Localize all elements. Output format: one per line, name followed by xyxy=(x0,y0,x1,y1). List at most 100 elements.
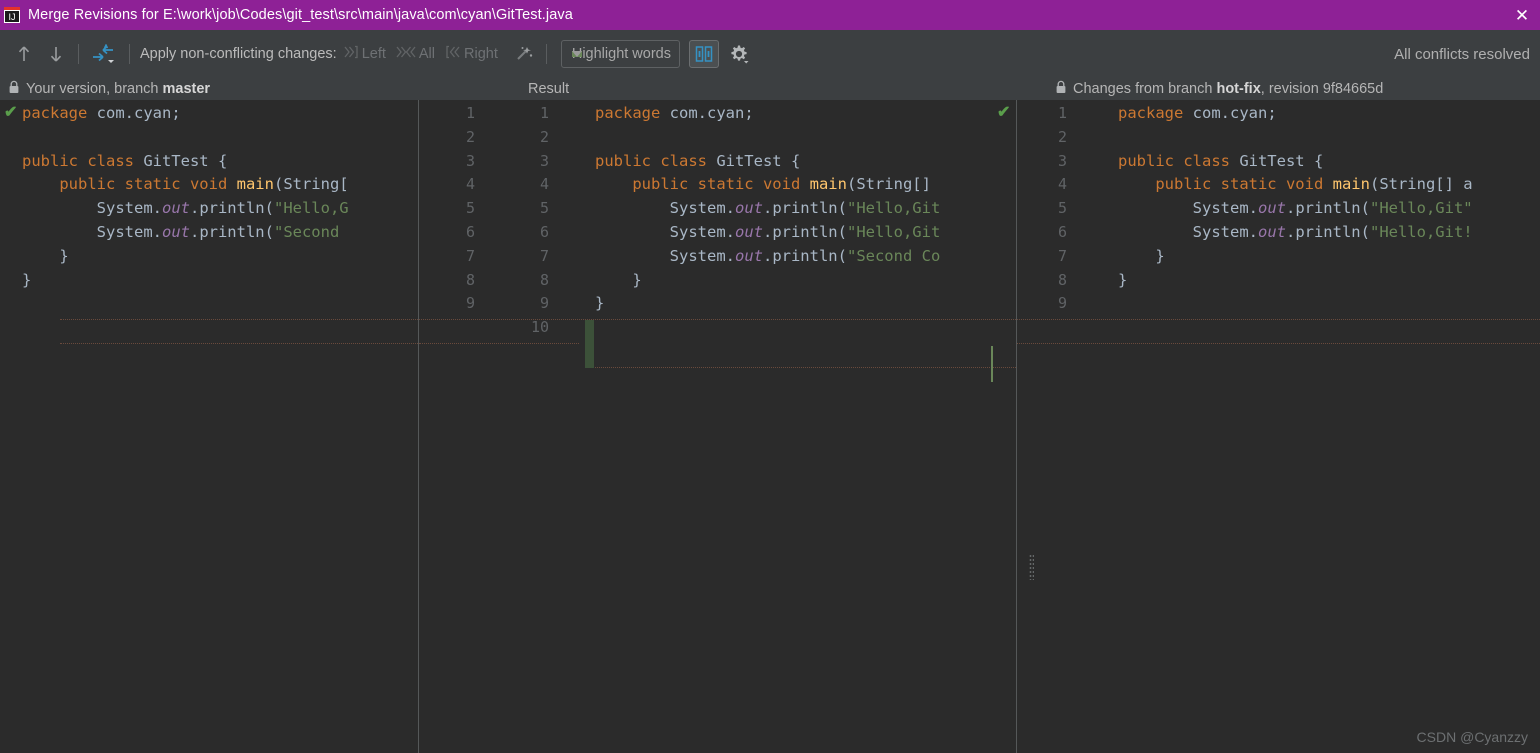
code-line: } xyxy=(595,292,940,316)
line-number: 7 xyxy=(465,246,475,265)
code-token: public static void xyxy=(1155,175,1324,194)
code-token: GitTest { xyxy=(706,151,801,170)
code-token: (String[] xyxy=(846,175,931,194)
code-token: "Hello,Git! xyxy=(1369,222,1473,241)
code-line: } xyxy=(1118,245,1473,269)
change-marker-bar[interactable] xyxy=(585,320,594,368)
code-token: (String[] a xyxy=(1369,175,1473,194)
line-number: 3 xyxy=(1057,151,1067,170)
code-token: public class xyxy=(595,151,707,170)
line-number: 1 xyxy=(465,104,475,122)
code-token: System. xyxy=(1118,199,1258,218)
code-token: package xyxy=(1118,104,1184,122)
code-token: } xyxy=(1118,270,1128,289)
arrow-up-icon[interactable] xyxy=(10,40,38,68)
conflicts-status: All conflicts resolved xyxy=(1394,45,1530,63)
line-number: 5 xyxy=(465,199,475,218)
line-number: 5 xyxy=(1057,199,1067,218)
green-check-icon[interactable]: ✔ xyxy=(4,102,17,122)
toolbar-separator-3 xyxy=(545,44,547,64)
line-number: 7 xyxy=(539,246,549,265)
line-number: 8 xyxy=(465,270,475,289)
code-token: "Second xyxy=(273,222,349,241)
code-token: System. xyxy=(22,199,162,218)
title-bar: IJ Merge Revisions for E:\work\job\Codes… xyxy=(0,0,1540,30)
code-token: public static void xyxy=(632,175,801,194)
chevron-down-icon xyxy=(571,51,582,57)
line-number: 4 xyxy=(539,175,549,194)
right-divider-drag-handle[interactable] xyxy=(1029,554,1034,580)
code-line: public static void main(String[ xyxy=(22,173,348,197)
line-number: 5 xyxy=(539,199,549,218)
code-token: } xyxy=(22,246,69,265)
code-line: public static void main(String[] a xyxy=(1118,173,1473,197)
green-check-icon[interactable]: ✔ xyxy=(997,102,1010,122)
pane-header-strip: Your version, branch master Result Chang… xyxy=(0,78,1540,100)
close-icon[interactable]: ✕ xyxy=(1510,4,1534,26)
apply-left-button[interactable]: Left xyxy=(343,44,386,64)
result-editor[interactable]: 123456789 1 2 3 4 5 6 7 8 9 10 package com.cyan; … xyxy=(419,100,1016,753)
code-line: public class GitTest { xyxy=(595,150,940,174)
code-token: .println( xyxy=(762,246,847,265)
result-code-content: package com.cyan; public class GitTest {… xyxy=(595,102,940,316)
line-number: 8 xyxy=(1057,270,1067,289)
apply-right-label: Right xyxy=(464,46,498,62)
code-token: GitTest { xyxy=(1229,151,1324,170)
line-number: 4 xyxy=(1057,175,1067,194)
line-number: 4 xyxy=(465,175,475,194)
magic-wand-icon[interactable] xyxy=(510,40,538,68)
code-token: "Hello,G xyxy=(273,199,349,218)
toolbar-separator-2 xyxy=(129,44,130,64)
code-token: main xyxy=(800,175,847,194)
code-token: "Hello,Git xyxy=(846,199,941,218)
change-separator-line xyxy=(60,319,418,320)
left-version-editor[interactable]: ✔ package com.cyan; public class GitTest… xyxy=(0,100,418,753)
line-number: 3 xyxy=(465,151,475,170)
line-number: 6 xyxy=(465,222,475,241)
code-token: out xyxy=(1257,222,1286,241)
apply-changes-label: Apply non-conflicting changes: xyxy=(140,46,337,62)
svg-text:IJ: IJ xyxy=(8,12,15,22)
code-token: com.cyan; xyxy=(87,104,181,122)
code-token: System. xyxy=(1118,222,1258,241)
result-pane-header: Result xyxy=(528,78,569,100)
toolbar-separator xyxy=(78,44,79,64)
two-pane-toggle-icon[interactable] xyxy=(689,40,719,68)
text-caret xyxy=(991,346,993,382)
gear-icon[interactable] xyxy=(725,40,753,68)
merge-editor-area: ✔ package com.cyan; public class GitTest… xyxy=(0,100,1540,753)
toolbar: Apply non-conflicting changes: Left All … xyxy=(0,30,1540,78)
code-token: out xyxy=(734,246,763,265)
chevron-right-bracket-icon xyxy=(343,44,359,64)
right-pane-header-prefix: Changes from branch xyxy=(1073,81,1217,97)
code-line: package com.cyan; xyxy=(595,102,940,126)
code-token: main xyxy=(1323,175,1370,194)
code-line: public class GitTest { xyxy=(22,150,349,174)
apply-all-button[interactable]: All xyxy=(396,44,435,64)
code-token: .println( xyxy=(762,222,847,241)
watermark: CSDN @Cyanzzy xyxy=(1416,729,1528,745)
code-token: com.cyan; xyxy=(660,104,754,122)
chevrons-both-icon xyxy=(396,44,416,64)
code-token: public class xyxy=(1118,151,1230,170)
bracket-chevron-left-icon xyxy=(445,44,461,64)
code-token: System. xyxy=(595,199,735,218)
right-version-editor[interactable]: 1 2 3 4 5 6 7 8 9 package com.cyan; public class… xyxy=(1017,100,1540,753)
highlight-mode-value: Highlight words xyxy=(571,46,671,62)
highlight-mode-dropdown[interactable]: Highlight words xyxy=(560,40,680,68)
arrow-down-icon[interactable] xyxy=(42,40,70,68)
code-line: } xyxy=(1118,269,1473,293)
line-number: 9 xyxy=(465,294,475,313)
change-separator-line xyxy=(585,367,1016,368)
code-token: public class xyxy=(22,151,134,170)
lock-icon xyxy=(1055,80,1067,98)
apply-right-button[interactable]: Right xyxy=(445,44,498,64)
code-token: .println( xyxy=(189,199,274,218)
code-token: } xyxy=(595,270,642,289)
apply-changes-icon[interactable] xyxy=(87,40,121,68)
code-token: "Second Co xyxy=(846,246,941,265)
change-separator-line xyxy=(419,319,1016,320)
